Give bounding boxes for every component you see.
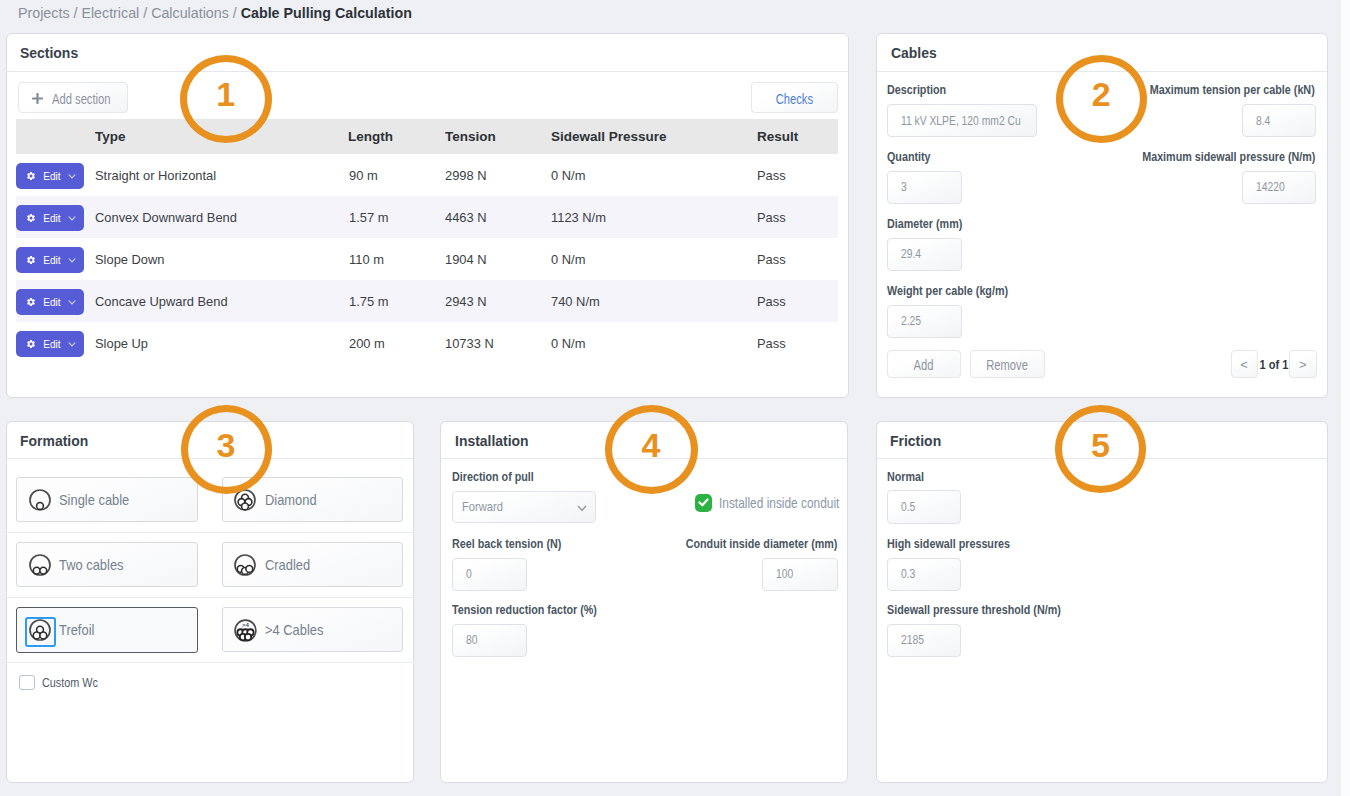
svg-text:>4: >4 bbox=[242, 622, 250, 628]
